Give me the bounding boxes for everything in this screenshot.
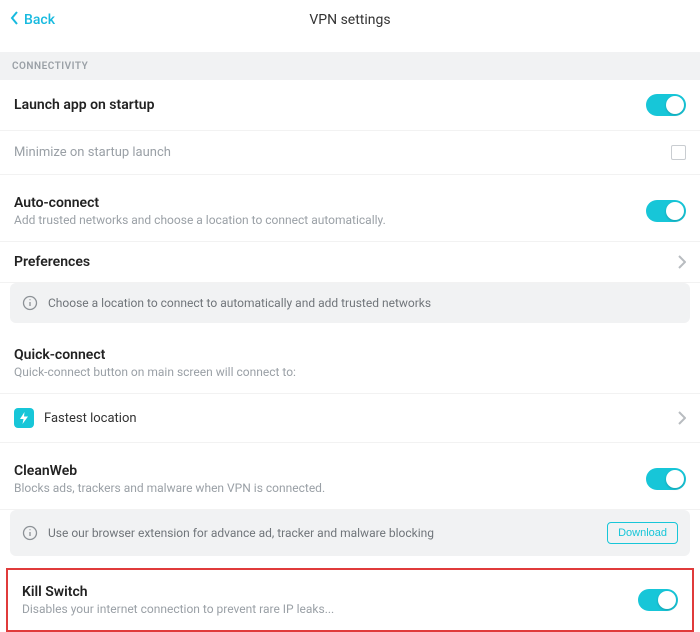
minimize-on-startup-title: Minimize on startup launch	[14, 145, 671, 160]
cleanweb-info-text: Use our browser extension for advance ad…	[48, 526, 434, 540]
kill-switch-title: Kill Switch	[22, 584, 638, 600]
cleanweb-title: CleanWeb	[14, 463, 646, 479]
row-preferences[interactable]: Preferences	[0, 242, 700, 283]
fastest-location-label: Fastest location	[44, 411, 670, 426]
kill-switch-sub: Disables your internet connection to pre…	[22, 602, 638, 616]
back-label: Back	[24, 12, 55, 28]
page-title: VPN settings	[309, 12, 390, 28]
auto-connect-toggle[interactable]	[646, 200, 686, 222]
section-header-connectivity: CONNECTIVITY	[0, 52, 700, 80]
chevron-right-icon	[678, 411, 686, 425]
cleanweb-toggle[interactable]	[646, 468, 686, 490]
auto-connect-title: Auto-connect	[14, 195, 646, 211]
chevron-right-icon	[678, 255, 686, 269]
row-launch-on-startup: Launch app on startup	[0, 80, 700, 131]
preferences-title: Preferences	[14, 254, 670, 270]
info-icon	[22, 525, 38, 541]
download-button[interactable]: Download	[607, 522, 678, 544]
row-cleanweb: CleanWeb Blocks ads, trackers and malwar…	[0, 449, 700, 510]
back-button[interactable]: Back	[10, 11, 55, 29]
kill-switch-toggle[interactable]	[638, 589, 678, 611]
bolt-icon	[14, 408, 34, 428]
cleanweb-sub: Blocks ads, trackers and malware when VP…	[14, 481, 646, 495]
header: Back VPN settings	[0, 0, 700, 40]
back-chevron-icon	[10, 11, 20, 29]
launch-on-startup-toggle[interactable]	[646, 94, 686, 116]
cleanweb-info-bar: Use our browser extension for advance ad…	[10, 510, 690, 556]
kill-switch-highlight: Kill Switch Disables your internet conne…	[6, 568, 694, 632]
row-fastest-location[interactable]: Fastest location	[0, 394, 700, 443]
row-quick-connect: Quick-connect Quick-connect button on ma…	[0, 333, 700, 394]
preferences-info-bar: Choose a location to connect to automati…	[10, 283, 690, 323]
minimize-on-startup-checkbox[interactable]	[671, 145, 686, 160]
row-kill-switch: Kill Switch Disables your internet conne…	[8, 570, 692, 630]
row-minimize-on-startup: Minimize on startup launch	[0, 131, 700, 175]
info-icon	[22, 295, 38, 311]
launch-on-startup-title: Launch app on startup	[14, 97, 646, 113]
quick-connect-sub: Quick-connect button on main screen will…	[14, 365, 686, 379]
row-auto-connect: Auto-connect Add trusted networks and ch…	[0, 181, 700, 242]
auto-connect-sub: Add trusted networks and choose a locati…	[14, 213, 646, 227]
preferences-info-text: Choose a location to connect to automati…	[48, 296, 431, 310]
quick-connect-title: Quick-connect	[14, 347, 686, 363]
